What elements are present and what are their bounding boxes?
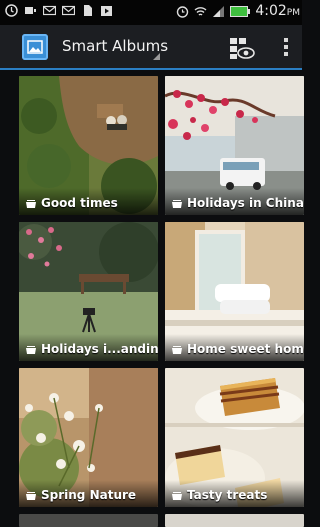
gmail-icon	[43, 5, 56, 16]
album-stack-icon	[172, 346, 182, 354]
grid-view-icon	[230, 38, 255, 59]
sd-card-icon	[84, 5, 92, 16]
album-stack-icon	[26, 346, 36, 354]
album-tile[interactable]: Good times	[19, 76, 158, 215]
status-bar: 4:02PM	[0, 0, 302, 25]
view-mode-button[interactable]	[226, 34, 256, 62]
alarm-icon	[5, 4, 18, 17]
gallery-app-icon[interactable]	[22, 34, 48, 60]
album-stack-icon	[26, 492, 36, 500]
album-title: Home sweet home	[187, 342, 304, 356]
album-tile[interactable]: Tasty treats	[165, 368, 304, 507]
album-tile[interactable]: Spring Nature	[19, 368, 158, 507]
album-tile[interactable]: Holidays in China	[165, 76, 304, 215]
album-stack-icon	[26, 200, 36, 208]
notification-icons	[5, 4, 113, 17]
overflow-menu-icon[interactable]	[280, 36, 292, 60]
album-title: Spring Nature	[41, 488, 137, 502]
message-icon	[25, 7, 36, 14]
album-tile[interactable]: Home sweet home	[165, 222, 304, 361]
album-tile-partial[interactable]	[19, 514, 158, 527]
play-store-icon	[101, 6, 112, 16]
album-title: Holidays i...andinavia	[41, 342, 158, 356]
clock-suffix: PM	[286, 8, 300, 18]
album-tile-partial[interactable]	[165, 514, 304, 527]
album-title: Holidays in China	[187, 196, 304, 210]
signal-icon	[213, 5, 225, 17]
alarm-clock-icon	[177, 5, 189, 18]
album-stack-icon	[172, 492, 182, 500]
clock: 4:02PM	[255, 3, 300, 19]
album-title: Good times	[41, 196, 118, 210]
spinner-indicator-icon	[153, 53, 160, 60]
battery-icon	[230, 5, 251, 17]
action-bar: Smart Albums	[0, 25, 302, 70]
system-icons: 4:02PM	[176, 3, 300, 19]
gmail-icon	[62, 5, 75, 16]
album-stack-icon	[172, 200, 182, 208]
wifi-icon	[194, 6, 207, 16]
album-title: Tasty treats	[187, 488, 268, 502]
album-tile[interactable]: Holidays i...andinavia	[19, 222, 158, 361]
